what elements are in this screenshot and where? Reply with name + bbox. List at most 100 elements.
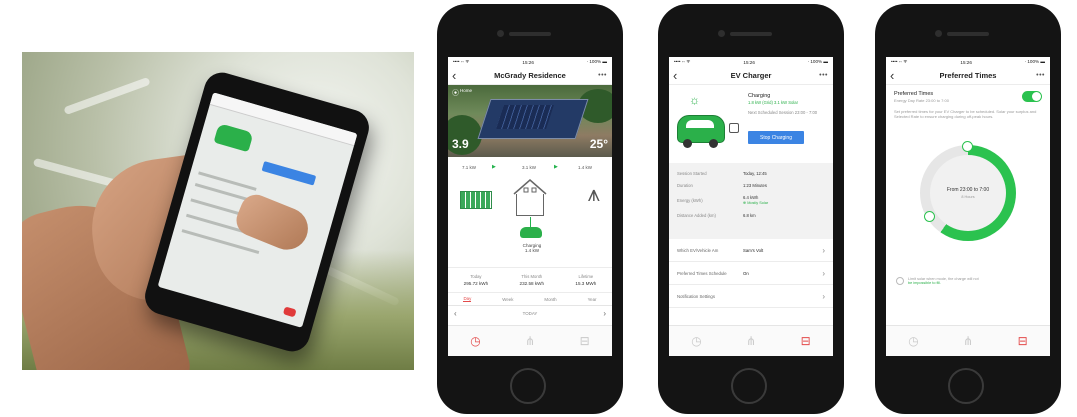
charging-state: Charging [748, 93, 771, 99]
back-chevron-icon[interactable]: ‹ [890, 69, 894, 82]
page-title: Preferred Times [939, 71, 997, 80]
date-pager: ‹ TODAY › [448, 306, 612, 320]
tab-bar: ◷ ⋔ ⊟ [886, 325, 1050, 356]
back-chevron-icon[interactable]: ‹ [673, 69, 677, 82]
detail-row: Session Started Today, 12:45 [677, 170, 767, 176]
chevron-right-icon: › [822, 268, 825, 278]
temperature-value: 25° [589, 137, 608, 151]
location-pin-icon: ⦿ [452, 90, 459, 97]
preferred-times-toggle-row: Preferred Times Energy Day Rate 23:00 to… [886, 85, 1050, 103]
note-link[interactable]: be impossible to fill. [908, 281, 941, 285]
timer-icon[interactable]: ◷ [470, 334, 480, 348]
carrier: •••• ◦◦ ᯤ [674, 59, 691, 64]
page-title: EV Charger [730, 71, 772, 80]
plug-icon [729, 123, 739, 133]
car-tab-icon[interactable]: ⊟ [580, 334, 590, 348]
car-tab-icon[interactable]: ⊟ [801, 334, 811, 348]
tab-week[interactable]: Week [502, 297, 513, 302]
network-icon[interactable]: ⋔ [963, 334, 973, 348]
charging-sources: 1.8 kW (Grid) 3.1 kW Solar [748, 100, 799, 105]
session-details: Session Started Today, 12:45 Duration 1:23… [669, 163, 833, 239]
timer-icon[interactable]: ◷ [691, 334, 701, 348]
detail-row: Duration 1:23 Minutes [677, 182, 767, 188]
status-bar: •••• ◦◦ ᯤ 15:26 ⸱ 100% ▬ [669, 57, 833, 67]
nav-bar: ‹ Preferred Times ••• [886, 67, 1050, 85]
home-photo: ⦿ Home 3.9 25° [448, 85, 612, 157]
phone-mcgrady-residence: •••• ◦◦ ᯤ 15:26 ⸱ 100% ▬ ‹ McGrady Resid… [437, 4, 623, 414]
solar-note: Limit solar when mode, the charge will n… [896, 277, 1036, 285]
dial-range-label: From 23:00 to 7:00 [946, 187, 990, 193]
chevron-right-icon: › [822, 245, 825, 255]
stat-month: This Month 232.58 kWh [519, 274, 545, 286]
dial-duration-label: 8 Hours [961, 195, 975, 199]
flow-arrow-icon: ▶ [554, 164, 558, 170]
stat-today: Today 295.72 kWh [463, 274, 489, 286]
tab-bar: ◷ ⋔ ⊟ [669, 325, 833, 356]
solar-power-value: 3.9 [452, 137, 469, 151]
home-button[interactable] [731, 368, 767, 404]
solar-flow-label: 7.1 kW [462, 165, 477, 170]
nav-bar: ‹ McGrady Residence ••• [448, 67, 612, 85]
prev-chevron-icon[interactable]: ‹ [454, 309, 457, 318]
network-icon[interactable]: ⋔ [525, 334, 535, 348]
phone-ev-charger: •••• ◦◦ ᯤ 15:26 ⸱ 100% ▬ ‹ EV Charger ••… [658, 4, 844, 414]
house-icon [513, 179, 547, 195]
description-text: Set preferred times for your EV Charger … [894, 109, 1037, 119]
carrier: •••• ◦◦ ᯤ [891, 59, 908, 64]
end-time-handle[interactable] [924, 211, 935, 222]
stat-lifetime: Lifetime 15.3 MWh [575, 274, 597, 286]
battery: ⸱ 100% ▬ [807, 59, 828, 64]
clock: 15:26 [960, 59, 972, 65]
phone-preferred-times: •••• ◦◦ ᯤ 15:26 ⸱ 100% ▬ ‹ Preferred Tim… [875, 4, 1061, 414]
more-icon[interactable]: ••• [819, 72, 828, 79]
tab-month[interactable]: Month [544, 297, 556, 302]
detail-row: Energy (kWh) 6.4 kWh ⊕ Mostly Solar [677, 195, 769, 205]
solar-panel-icon [460, 191, 492, 209]
battery: ⸱ 100% ▬ [586, 59, 607, 64]
stop-charging-button[interactable]: Stop Charging [748, 131, 804, 144]
page-title: McGrady Residence [494, 71, 566, 80]
toggle-title: Preferred Times [894, 91, 934, 97]
setting-row-preferred-times[interactable]: Preferred Times Schedule On › [669, 262, 833, 285]
time-range-dial[interactable]: From 23:00 to 7:00 8 Hours [920, 141, 1016, 241]
flow-arrow-icon: ▶ [492, 164, 496, 170]
car-icon [520, 227, 542, 238]
tab-day[interactable]: Day [463, 296, 472, 302]
grid-pylon-icon: ⩚ [587, 181, 600, 206]
tab-bar: ◷ ⋔ ⊟ [448, 325, 612, 356]
photo-hand-holding-phone [22, 52, 414, 370]
period-tabs: Day Week Month Year [448, 293, 612, 306]
sun-icon: ☼ [689, 93, 700, 107]
next-chevron-icon[interactable]: › [603, 309, 606, 318]
setting-row-notifications[interactable]: Notification Settings › [669, 285, 833, 308]
carrier: •••• ◦◦ ᯤ [453, 59, 470, 64]
clock: 15:26 [743, 59, 755, 65]
chevron-right-icon: › [822, 291, 825, 301]
preferred-times-toggle[interactable] [1022, 91, 1042, 102]
status-bar: •••• ◦◦ ᯤ 15:26 ⸱ 100% ▬ [886, 57, 1050, 67]
setting-row-vehicle[interactable]: Which EV/Vehicle Am Sam's Volt › [669, 239, 833, 262]
back-chevron-icon[interactable]: ‹ [452, 69, 456, 82]
car-tab-icon[interactable]: ⊟ [1018, 334, 1028, 348]
more-icon[interactable]: ••• [598, 72, 607, 79]
tab-year[interactable]: Year [588, 297, 597, 302]
pager-label: TODAY [522, 310, 538, 316]
more-icon[interactable]: ••• [1036, 72, 1045, 79]
nav-bar: ‹ EV Charger ••• [669, 67, 833, 85]
location-label: Home [460, 88, 473, 93]
battery: ⸱ 100% ▬ [1024, 59, 1045, 64]
home-flow-label: 3.1 kW [522, 165, 537, 170]
status-bar: •••• ◦◦ ᯤ 15:26 ⸱ 100% ▬ [448, 57, 612, 67]
note-checkbox[interactable] [896, 277, 904, 285]
energy-flow: 7.1 kW ▶ 3.1 kW ▶ 1.4 kW ⩚ Charging 1.4 … [448, 157, 612, 268]
clock: 15:26 [522, 59, 534, 65]
start-time-handle[interactable] [962, 141, 973, 152]
network-icon[interactable]: ⋔ [746, 334, 756, 348]
energy-stats: Today 295.72 kWh This Month 232.58 kWh Lif… [448, 268, 612, 293]
next-session: Next Scheduled Session 23:00 - 7:00 [748, 110, 818, 115]
toggle-subtitle: Energy Day Rate 23:00 to 7:00 [894, 98, 949, 103]
home-button[interactable] [510, 368, 546, 404]
timer-icon[interactable]: ◷ [908, 334, 918, 348]
detail-row: Distance Added (km) 6.8 km [677, 212, 756, 218]
home-button[interactable] [948, 368, 984, 404]
